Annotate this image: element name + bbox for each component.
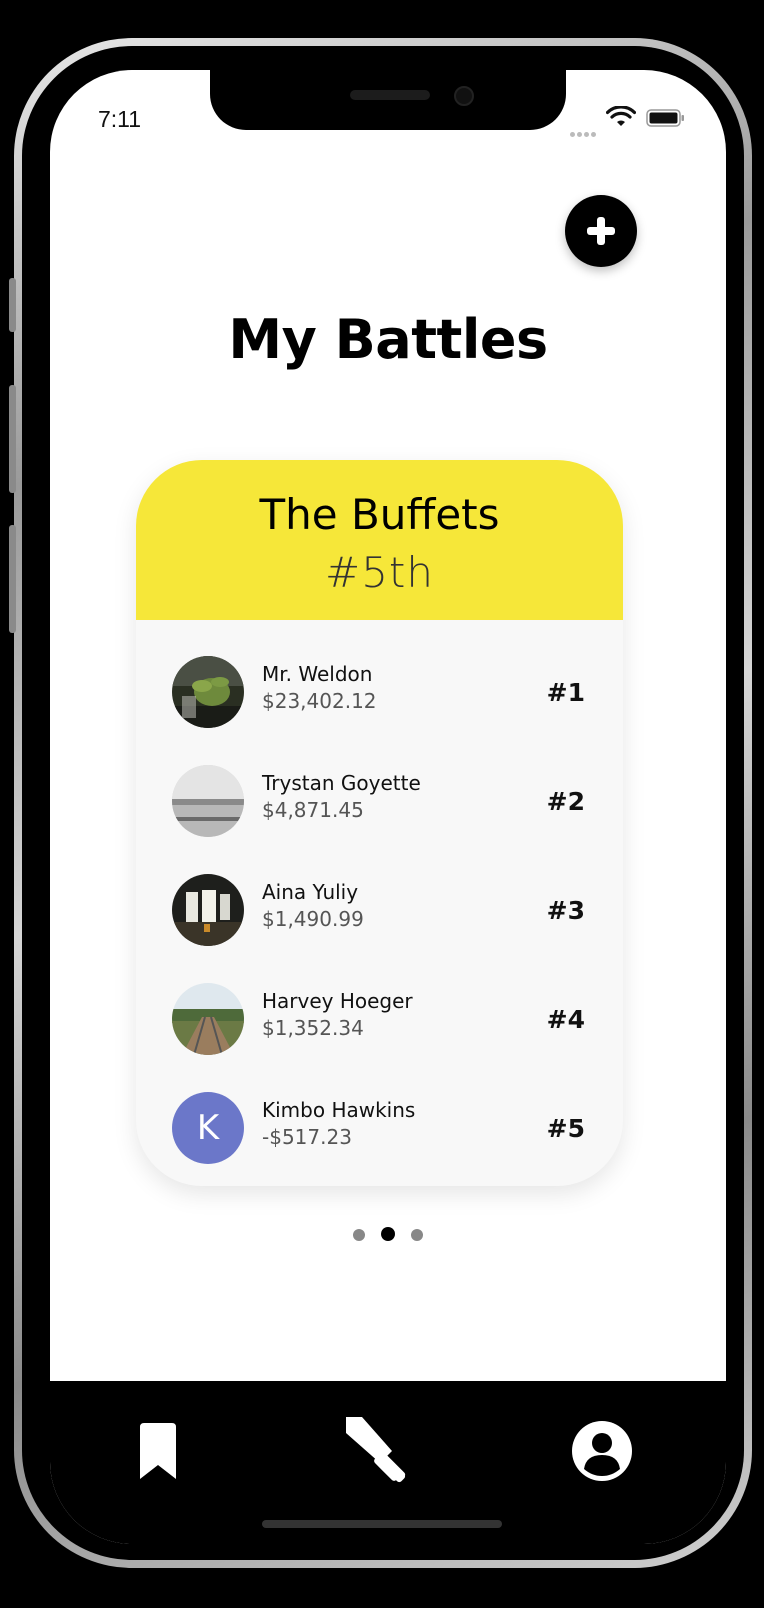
front-camera — [454, 86, 474, 106]
tab-profile[interactable] — [562, 1411, 642, 1491]
tab-bar — [50, 1381, 726, 1544]
add-battle-button[interactable] — [565, 195, 637, 267]
mute-switch — [9, 278, 16, 332]
page-dot-active[interactable] — [381, 1227, 395, 1241]
member-rank: #1 — [546, 678, 585, 707]
page-dot[interactable] — [353, 1229, 365, 1241]
wifi-icon — [606, 106, 636, 126]
profile-icon — [572, 1421, 632, 1481]
page-indicator[interactable] — [50, 1226, 726, 1245]
volume-down-button — [9, 525, 16, 633]
avatar-plant-photo — [172, 656, 244, 728]
member-amount: $23,402.12 — [262, 689, 377, 713]
tab-battles[interactable] — [340, 1411, 420, 1491]
member-row[interactable]: Mr. Weldon $23,402.12 #1 — [136, 656, 623, 748]
member-amount: $4,871.45 — [262, 798, 364, 822]
member-rank: #5 — [546, 1114, 585, 1143]
member-name: Kimbo Hawkins — [262, 1098, 416, 1122]
member-rank: #3 — [546, 896, 585, 925]
member-rank: #2 — [546, 787, 585, 816]
member-row[interactable]: Aina Yuliy $1,490.99 #3 — [136, 874, 623, 966]
avatar-railway-photo — [172, 983, 244, 1055]
app-screen: 7:11 My Battles The Buffets #5th Mr. Wel… — [50, 70, 726, 1544]
member-name: Trystan Goyette — [262, 771, 421, 795]
member-name: Aina Yuliy — [262, 880, 359, 904]
member-row[interactable]: Harvey Hoeger $1,352.34 #4 — [136, 983, 623, 1075]
avatar-initial-letter: K — [196, 1108, 220, 1148]
avatar-waterfall-photo — [172, 874, 244, 946]
plus-icon — [587, 217, 615, 245]
status-time: 7:11 — [98, 106, 142, 132]
sword-icon — [346, 1417, 406, 1483]
tab-bookmarks[interactable] — [118, 1411, 198, 1491]
battle-card[interactable]: The Buffets #5th Mr. Weldon $23,402.12 #… — [136, 460, 623, 1186]
volume-up-button — [9, 385, 16, 493]
member-amount: $1,490.99 — [262, 907, 364, 931]
page-title: My Battles — [228, 308, 548, 371]
home-indicator[interactable] — [262, 1520, 502, 1528]
device-stage: 7:11 My Battles The Buffets #5th Mr. Wel… — [0, 0, 764, 1608]
page-dot[interactable] — [411, 1229, 423, 1241]
avatar-initial: K — [172, 1092, 244, 1164]
battle-card-header: The Buffets #5th — [136, 460, 623, 620]
group-rank: #5th — [325, 548, 434, 597]
member-rank: #4 — [546, 1005, 585, 1034]
member-amount: $1,352.34 — [262, 1016, 364, 1040]
member-amount: -$517.23 — [262, 1125, 352, 1149]
member-row[interactable]: K Kimbo Hawkins -$517.23 #5 — [136, 1092, 623, 1184]
notch — [210, 70, 566, 130]
member-name: Mr. Weldon — [262, 662, 373, 686]
speaker — [350, 90, 430, 100]
member-row[interactable]: Trystan Goyette $4,871.45 #2 — [136, 765, 623, 857]
cellular-signal-icon — [570, 122, 598, 141]
bookmark-icon — [140, 1423, 176, 1479]
member-name: Harvey Hoeger — [262, 989, 413, 1013]
battery-icon — [646, 109, 684, 127]
avatar-seascape-photo — [172, 765, 244, 837]
group-name: The Buffets — [259, 490, 500, 539]
